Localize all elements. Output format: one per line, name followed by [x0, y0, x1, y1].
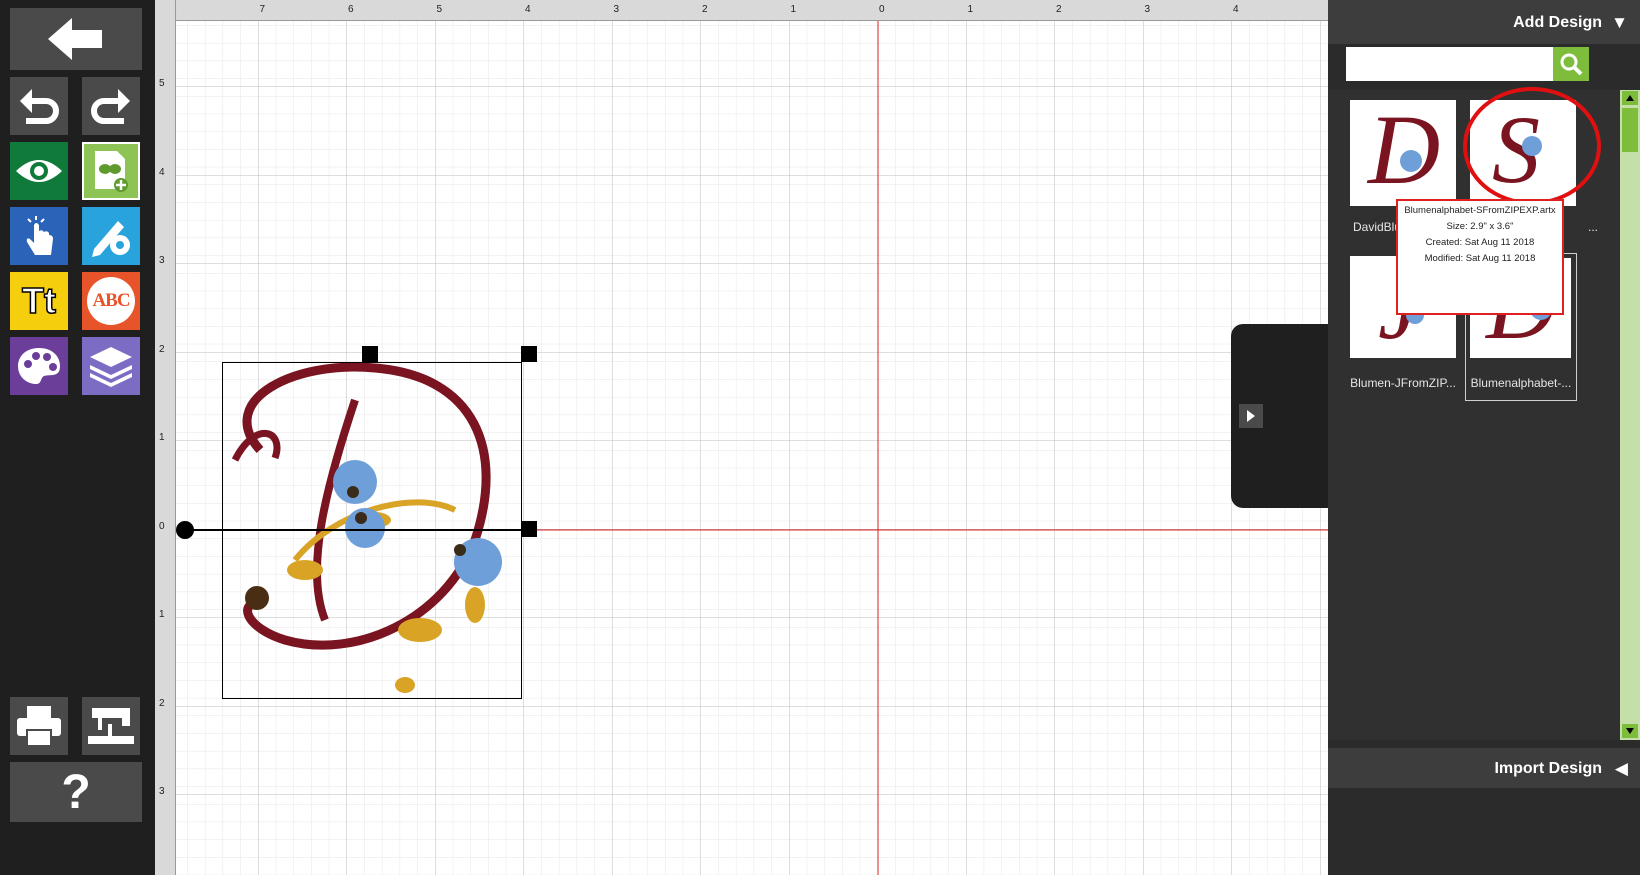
tooltip-size: Size: 2.9" x 3.6": [1446, 221, 1514, 232]
ruler-left-label: 5: [159, 78, 165, 89]
help-button[interactable]: ?: [10, 762, 142, 822]
ruler-top-label: 1: [790, 4, 797, 15]
sewing-machine-icon: [88, 708, 134, 744]
resize-handle-right-mid[interactable]: [521, 521, 537, 537]
ruler-top-label: 3: [613, 4, 620, 15]
design-canvas[interactable]: 8765432101234 543210123: [155, 0, 1328, 875]
ruler-left-label: 3: [159, 255, 165, 266]
ruler-left-label: 1: [159, 432, 165, 443]
ruler-left-label: 4: [159, 166, 165, 178]
back-button[interactable]: [10, 8, 142, 70]
redo-button[interactable]: [82, 77, 140, 135]
ruler-top-label: 5: [436, 4, 443, 15]
sewing-machine-button[interactable]: [82, 697, 140, 755]
tooltip-modified: Modified: Sat Aug 11 2018: [1424, 253, 1536, 264]
print-button[interactable]: [10, 697, 68, 755]
scroll-up-button[interactable]: [1622, 91, 1638, 105]
left-ruler: 5 4 3 2 1 0 1 2 3: [155, 0, 176, 875]
redo-icon: [91, 89, 130, 124]
arrow-left-icon: [48, 18, 102, 60]
monogram-abc-icon: ABC: [87, 277, 135, 325]
select-button[interactable]: [10, 207, 68, 265]
undo-button[interactable]: [10, 77, 68, 135]
tooltip-created: Created: Sat Aug 11 2018: [1425, 237, 1535, 248]
add-design-button[interactable]: [82, 142, 140, 200]
design-list: D DavidBlu S ... J Blumen-JFromZIP... D: [1328, 87, 1620, 740]
design-tooltip: Blumenalphabet-SFromZIPEXP.artx Size: 2.…: [1396, 199, 1564, 315]
design-label: Blumenalphabet-...: [1470, 376, 1572, 390]
ruler-top-label: 4: [1233, 4, 1239, 15]
chevron-down-icon: [1626, 728, 1634, 734]
monogram-button[interactable]: ABC: [82, 272, 140, 330]
add-design-header[interactable]: Add Design ▼: [1328, 0, 1640, 44]
chevron-up-icon: [1626, 95, 1634, 101]
ruler-left-label: 3: [159, 786, 165, 797]
search-icon: [1560, 53, 1583, 76]
tooltip-filename: Blumenalphabet-SFromZIPEXP.artx: [1404, 205, 1556, 216]
edit-button[interactable]: [82, 207, 140, 265]
rotate-arm: [185, 529, 521, 531]
search-input[interactable]: [1346, 47, 1553, 81]
printer-icon: [17, 706, 61, 747]
import-design-header[interactable]: Import Design ◀: [1328, 748, 1640, 788]
search-button[interactable]: [1553, 47, 1589, 81]
scroll-down-button[interactable]: [1622, 724, 1638, 738]
design-panel: Add Design ▼ D DavidBlu S ... J: [1328, 0, 1640, 875]
ruler-left-label: 1: [159, 609, 165, 620]
undo-icon: [20, 89, 59, 124]
ruler-top-label: 4: [525, 4, 531, 15]
chevron-down-icon: ▼: [1611, 13, 1628, 32]
ruler-top-label: 3: [1144, 4, 1151, 15]
import-design-title: Import Design: [1494, 760, 1602, 777]
text-button[interactable]: Tt: [10, 272, 68, 330]
ruler-top-label: 1: [967, 4, 974, 15]
ruler-top-label: 2: [1056, 4, 1062, 15]
pointer-hand-icon: [26, 216, 53, 255]
text-tt-icon: Tt: [21, 279, 56, 322]
chevron-right-icon: [1247, 410, 1255, 422]
layers-button[interactable]: [82, 337, 140, 395]
layers-icon: [90, 347, 132, 387]
ruler-left-label: 0: [159, 520, 165, 532]
add-file-butterfly-icon: [95, 151, 128, 192]
ruler-top-label: 7: [259, 4, 266, 15]
ruler-top-label: 2: [702, 4, 708, 15]
view-button[interactable]: [10, 142, 68, 200]
top-ruler: 8765432101234: [155, 0, 1328, 21]
pencil-gear-icon: [92, 221, 130, 257]
resize-handle-top-mid[interactable]: [362, 346, 378, 362]
colors-button[interactable]: [10, 337, 68, 395]
ruler-left-label: 2: [159, 343, 165, 355]
panel-collapse-tab[interactable]: [1231, 324, 1328, 508]
resize-handle-top-right[interactable]: [521, 346, 537, 362]
palette-icon: [18, 348, 60, 384]
ruler-left-label: 2: [159, 697, 165, 709]
flower-decor: [1400, 150, 1422, 172]
design-thumbnail[interactable]: D: [1350, 94, 1456, 206]
ruler-top-label: 6: [348, 4, 354, 15]
add-design-title: Add Design: [1513, 14, 1602, 31]
collapse-arrow-button[interactable]: [1239, 404, 1263, 428]
ruler-top-label: 0: [879, 4, 885, 15]
question-icon: ?: [61, 765, 91, 819]
scroll-thumb[interactable]: [1622, 108, 1638, 152]
design-label: Blumen-JFromZIP...: [1350, 376, 1456, 390]
eye-icon: [16, 160, 62, 182]
rotate-handle[interactable]: [176, 521, 194, 539]
left-toolbar: Tt ABC ?: [0, 0, 155, 875]
highlight-circle: [1463, 87, 1601, 205]
design-list-scrollbar[interactable]: [1620, 90, 1640, 740]
chevron-left-icon: ◀: [1614, 759, 1628, 778]
